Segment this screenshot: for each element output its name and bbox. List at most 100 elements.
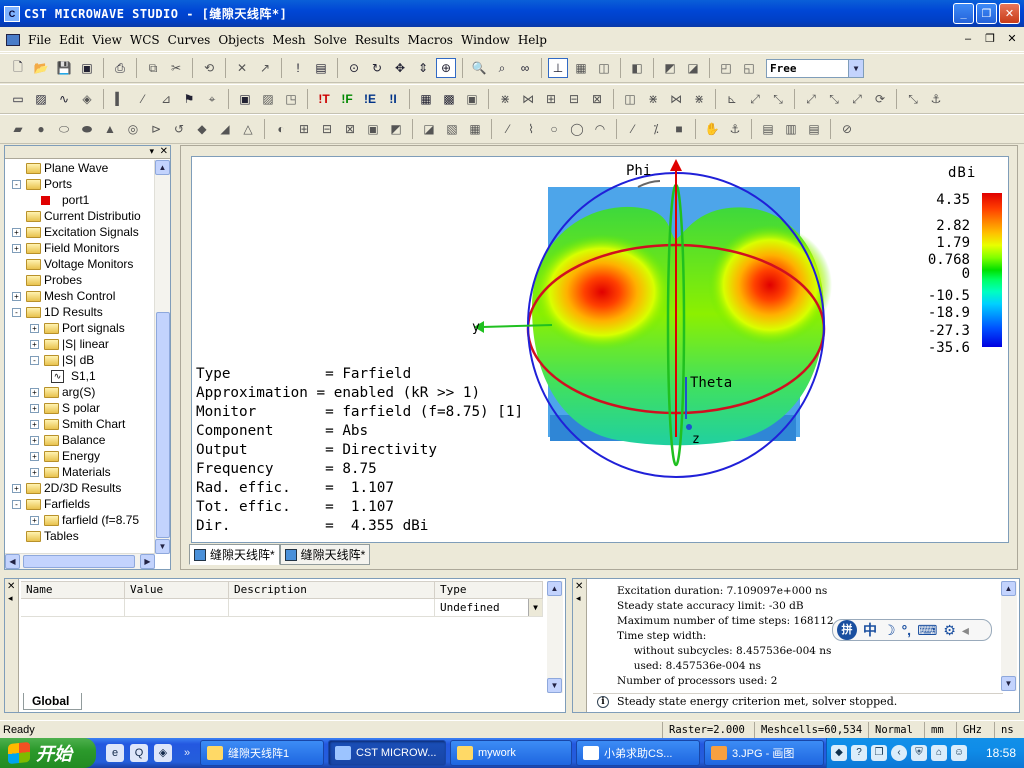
tree-item[interactable]: - Ports — [5, 176, 155, 192]
pin-icon[interactable]: ◂ — [8, 593, 13, 604]
rotate-obj-icon[interactable]: ⟳ — [870, 89, 890, 109]
view-mode-select[interactable]: Free ▼ — [766, 58, 864, 78]
solver-i-icon[interactable]: !I — [383, 89, 403, 109]
blend-icon[interactable]: ◢ — [215, 119, 235, 139]
keyboard-icon[interactable]: ⌨ — [917, 622, 937, 639]
copy-icon[interactable]: ⧉ — [143, 58, 163, 78]
moon-icon[interactable]: ☽ — [883, 622, 896, 639]
dolly-icon[interactable]: ⇕ — [413, 58, 433, 78]
sphere-icon[interactable]: ● — [31, 119, 51, 139]
type-select[interactable]: Undefined ▼ — [435, 599, 543, 617]
boolean-int-icon[interactable]: ⊠ — [340, 119, 360, 139]
start-button[interactable]: 开始 — [0, 738, 96, 768]
ruler-icon[interactable]: ⊾ — [722, 89, 742, 109]
delete-icon[interactable]: ✕ — [232, 58, 252, 78]
snap2-icon[interactable]: ⋈ — [666, 89, 686, 109]
expand-icon[interactable]: + — [30, 468, 39, 477]
collapse-icon[interactable]: - — [12, 308, 21, 317]
tree-item[interactable]: + Field Monitors — [5, 240, 155, 256]
transform-icon[interactable]: ⟲ — [199, 58, 219, 78]
col-description[interactable]: Description — [229, 581, 435, 599]
chevron-down-icon[interactable]: ▼ — [528, 599, 542, 616]
zoom-fit-icon[interactable]: ⌕ — [492, 58, 512, 78]
hscroll-thumb[interactable] — [23, 555, 135, 568]
cone-icon[interactable]: ▲ — [100, 119, 120, 139]
pick-center-icon[interactable]: ⊠ — [587, 89, 607, 109]
tree-item[interactable]: + arg(S) — [5, 384, 155, 400]
expand-icon[interactable]: + — [30, 420, 39, 429]
tree-item[interactable]: Voltage Monitors — [5, 256, 155, 272]
tree-item[interactable]: + Materials — [5, 464, 155, 480]
chamfer-icon[interactable]: △ — [238, 119, 258, 139]
tree-item[interactable]: - Farfields — [5, 496, 155, 512]
tree-horizontal-scrollbar[interactable]: ◀ ▶ — [5, 553, 155, 569]
description-cell[interactable] — [229, 599, 435, 617]
menu-wcs[interactable]: WCS — [126, 33, 164, 47]
menu-window[interactable]: Window — [457, 33, 514, 47]
gear-icon[interactable]: ⚙ — [943, 622, 956, 639]
farfield-3d-view[interactable]: Phi Theta y z Type = Farfield Approximati… — [191, 156, 1009, 543]
wire-icon[interactable]: ◰ — [716, 58, 736, 78]
tree-item[interactable]: +2D/3D Results — [5, 480, 155, 496]
pick-face-icon[interactable]: ⊞ — [541, 89, 561, 109]
menu-solve[interactable]: Solve — [310, 33, 351, 47]
pick-point-icon[interactable]: ⋇ — [495, 89, 515, 109]
scroll-down-icon[interactable]: ▼ — [547, 678, 562, 693]
cylinder-icon[interactable]: ⬭ — [54, 119, 74, 139]
properties-icon[interactable]: ▤ — [311, 58, 331, 78]
close-icon[interactable]: ✕ — [575, 581, 583, 592]
expand-icon[interactable]: + — [30, 436, 39, 445]
pick-mid-icon[interactable]: ⊟ — [564, 89, 584, 109]
monitor-icon[interactable]: ▣ — [235, 89, 255, 109]
mirror-icon[interactable]: ⤢ — [847, 89, 867, 109]
hand-icon[interactable]: ✋ — [702, 119, 722, 139]
qq-icon[interactable]: Q — [130, 744, 148, 762]
draw-line-icon[interactable]: ⁄ — [623, 119, 643, 139]
app-icon[interactable]: ◈ — [154, 744, 172, 762]
units-icon[interactable]: ▭ — [8, 89, 28, 109]
taskbar-button-paint[interactable]: 3.JPG - 画图 — [704, 740, 824, 766]
expand-icon[interactable]: + — [12, 244, 21, 253]
menu-macros[interactable]: Macros — [404, 33, 457, 47]
taskbar-button-browser[interactable]: 小弟求助CS... — [576, 740, 700, 766]
users-icon[interactable]: ☺ — [951, 745, 967, 761]
new-icon[interactable]: 🗋 — [8, 58, 28, 78]
print-icon[interactable]: ⎙ — [110, 58, 130, 78]
scale-icon[interactable]: ⤡ — [824, 89, 844, 109]
taskbar-button-cst[interactable]: CST MICROW... — [328, 740, 446, 766]
scroll-right-icon[interactable]: ▶ — [140, 554, 155, 569]
flag-icon[interactable]: ⚑ — [179, 89, 199, 109]
ime-logo-icon[interactable]: 拼 — [837, 620, 857, 640]
menu-results[interactable]: Results — [351, 33, 404, 47]
mesh-check-icon[interactable]: ▣ — [462, 89, 482, 109]
align-icon[interactable]: ◫ — [620, 89, 640, 109]
menu-view[interactable]: View — [88, 33, 126, 47]
glasses-icon[interactable]: ∞ — [515, 58, 535, 78]
doc-tab-1[interactable]: 缝隙天线阵* — [189, 544, 280, 565]
curve-extrude-icon[interactable]: ▦ — [465, 119, 485, 139]
boolean-ins-icon[interactable]: ▣ — [363, 119, 383, 139]
tree-item[interactable]: Plane Wave — [5, 160, 155, 176]
anchor2-icon[interactable]: ⚓ — [725, 119, 745, 139]
expand-icon[interactable]: + — [30, 516, 39, 525]
slice-icon[interactable]: ◩ — [386, 119, 406, 139]
arc-icon[interactable]: ◠ — [590, 119, 610, 139]
punct-icon[interactable]: °, — [902, 622, 912, 638]
scroll-thumb[interactable] — [156, 312, 170, 538]
chevron-left-icon[interactable]: ‹ — [891, 745, 907, 761]
ime-toolbar[interactable]: 拼 中 ☽ °, ⌨ ⚙ ◂ — [832, 619, 992, 641]
history2-icon[interactable]: ▥ — [781, 119, 801, 139]
tree-vertical-scrollbar[interactable]: ▲ ▼ — [154, 160, 170, 554]
tree-item[interactable]: + Mesh Control — [5, 288, 155, 304]
mode-icon[interactable]: ◱ — [739, 58, 759, 78]
tray-app-icon[interactable]: ◆ — [831, 745, 847, 761]
tree-item[interactable]: Tables — [5, 528, 155, 544]
tree-item[interactable]: + Excitation Signals — [5, 224, 155, 240]
frequency-icon[interactable]: ◈ — [77, 89, 97, 109]
menu-file[interactable]: File — [24, 33, 55, 47]
align-shapes-icon[interactable]: ◪ — [419, 119, 439, 139]
collapse-icon[interactable]: - — [12, 500, 21, 509]
collapse-icon[interactable]: - — [30, 356, 39, 365]
cut-icon[interactable]: ✂ — [166, 58, 186, 78]
tree-item[interactable]: + Port signals — [5, 320, 155, 336]
